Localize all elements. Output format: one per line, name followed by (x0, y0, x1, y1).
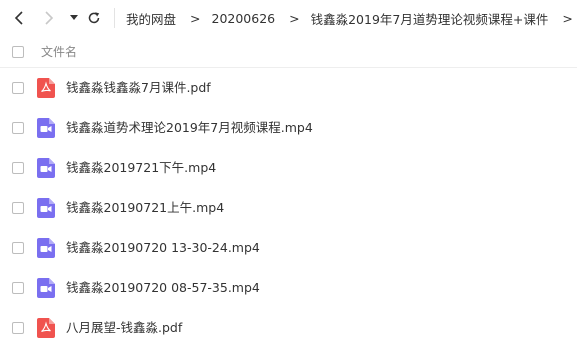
breadcrumb-item-folder[interactable]: 20200626 (212, 11, 276, 26)
history-dropdown-button[interactable] (65, 8, 83, 28)
row-checkbox[interactable] (12, 242, 24, 254)
breadcrumb-separator[interactable]: > (562, 11, 572, 26)
row-checkbox[interactable] (12, 82, 24, 94)
file-name[interactable]: 八月展望-钱鑫淼.pdf (66, 308, 182, 348)
file-row[interactable]: 钱鑫淼20190720 08-57-35.mp4 (0, 268, 577, 308)
file-list: 钱鑫淼钱鑫淼7月课件.pdf 钱鑫淼道势术理论2019年7月视频课程.mp4 钱… (0, 68, 577, 348)
video-file-icon (37, 278, 55, 298)
pdf-file-icon (37, 78, 55, 98)
pdf-file-icon (37, 318, 55, 338)
video-file-icon (37, 118, 55, 138)
file-row[interactable]: 八月展望-钱鑫淼.pdf (0, 308, 577, 348)
file-name[interactable]: 钱鑫淼道势术理论2019年7月视频课程.mp4 (66, 108, 313, 148)
toolbar-divider (114, 8, 115, 28)
file-name[interactable]: 钱鑫淼20190720 13-30-24.mp4 (66, 228, 260, 268)
video-file-icon (37, 198, 55, 218)
file-row[interactable]: 钱鑫淼20190721上午.mp4 (0, 188, 577, 228)
list-header: 文件名 (0, 36, 577, 68)
chevron-right-icon (45, 11, 54, 25)
video-file-icon (37, 158, 55, 178)
toolbar: 我的网盘 > 20200626 > 钱鑫淼2019年7月道势理论视频课程+课件 … (0, 0, 577, 36)
breadcrumb: 我的网盘 > 20200626 > 钱鑫淼2019年7月道势理论视频课程+课件 … (126, 0, 577, 36)
back-button[interactable] (10, 8, 28, 28)
breadcrumb-separator: > (289, 10, 300, 26)
file-row[interactable]: 钱鑫淼2019721下午.mp4 (0, 148, 577, 188)
row-checkbox[interactable] (12, 122, 24, 134)
refresh-icon (88, 12, 100, 24)
breadcrumb-item-current[interactable]: 钱鑫淼2019年7月道势理论视频课程+课件 (311, 9, 549, 28)
file-name[interactable]: 钱鑫淼20190721上午.mp4 (66, 188, 224, 228)
forward-button[interactable] (40, 8, 58, 28)
file-row[interactable]: 钱鑫淼道势术理论2019年7月视频课程.mp4 (0, 108, 577, 148)
file-row[interactable]: 钱鑫淼钱鑫淼7月课件.pdf (0, 68, 577, 108)
video-file-icon (37, 238, 55, 258)
row-checkbox[interactable] (12, 202, 24, 214)
breadcrumb-separator: > (190, 10, 201, 26)
column-header-filename[interactable]: 文件名 (41, 43, 77, 60)
row-checkbox[interactable] (12, 162, 24, 174)
breadcrumb-item-root[interactable]: 我的网盘 (126, 9, 176, 28)
refresh-button[interactable] (85, 8, 103, 28)
select-all-checkbox[interactable] (12, 45, 24, 58)
file-name[interactable]: 钱鑫淼20190720 08-57-35.mp4 (66, 268, 260, 308)
row-checkbox[interactable] (12, 322, 24, 334)
row-checkbox[interactable] (12, 282, 24, 294)
file-name[interactable]: 钱鑫淼钱鑫淼7月课件.pdf (66, 68, 211, 108)
file-name[interactable]: 钱鑫淼2019721下午.mp4 (66, 148, 216, 188)
caret-down-icon (70, 15, 78, 20)
chevron-left-icon (14, 11, 23, 25)
file-row[interactable]: 钱鑫淼20190720 13-30-24.mp4 (0, 228, 577, 268)
